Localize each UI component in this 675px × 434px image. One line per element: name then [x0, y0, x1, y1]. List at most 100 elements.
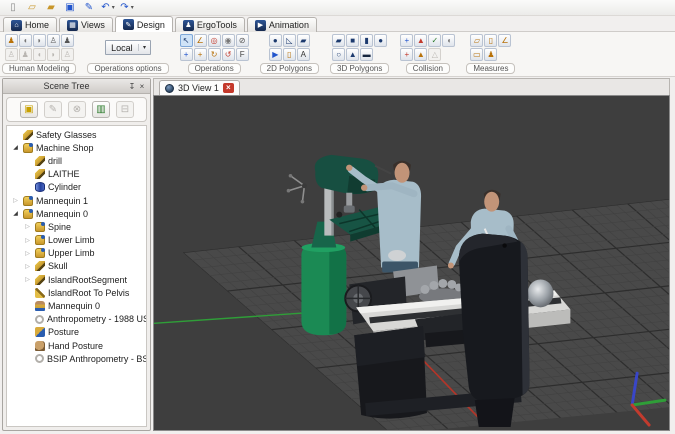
measure-angle-button[interactable]: ∠ — [194, 34, 207, 47]
collision-warning-alt-button[interactable]: ▲ — [414, 48, 427, 61]
3d-scene-svg — [154, 96, 669, 430]
dimension-2d-button[interactable]: ▯ — [283, 48, 296, 61]
target-icon: ◎ — [211, 37, 218, 45]
tree-item-skull[interactable]: ▷Skull — [7, 260, 146, 273]
prism-3d-button[interactable]: ▰ — [332, 34, 345, 47]
select-button[interactable]: ↖ — [180, 34, 193, 47]
tab-design[interactable]: ✎Design — [115, 16, 173, 32]
collision-check-button[interactable]: ✓ — [428, 34, 441, 47]
chevron-down-icon[interactable]: ▾ — [138, 44, 150, 51]
tab-animation[interactable]: ▶Animation — [247, 17, 317, 32]
cube-3d-button[interactable]: ■ — [346, 34, 359, 47]
collision-warning-button[interactable]: ▲ — [414, 34, 427, 47]
collision-move-alt-button[interactable]: + — [400, 48, 413, 61]
open-button[interactable]: ▱ — [24, 1, 40, 14]
expander-collapsed-icon[interactable]: ▷ — [23, 250, 32, 257]
mannequin-tool-2-icon: ♟ — [22, 51, 29, 59]
expander-collapsed-icon[interactable]: ▷ — [23, 223, 32, 230]
vertical-ruler-button[interactable]: ▯ — [484, 34, 497, 47]
ribbon-group-3d-polygons: ▰■▮●○▲▬3D Polygons — [330, 34, 389, 74]
new-file-button[interactable]: ▯ — [5, 1, 21, 14]
tab-ergotools[interactable]: ♟ErgoTools — [175, 17, 245, 32]
translate-button[interactable]: + — [180, 48, 193, 61]
undo-dropdown-icon[interactable]: ▾ — [112, 5, 115, 11]
sphere-3d-button[interactable]: ● — [374, 34, 387, 47]
pin-icon[interactable]: ↧ — [127, 82, 137, 91]
save-button[interactable]: ▣ — [62, 1, 78, 14]
expander-collapsed-icon[interactable]: ▷ — [23, 237, 32, 244]
rotate-snap-button[interactable]: ↺ — [222, 48, 235, 61]
3d-polygons-buttons: ▰■▮ ● ○▲▬ — [332, 34, 387, 61]
circle-2d-button[interactable]: ● — [269, 34, 282, 47]
hand-left-button[interactable]: ◖ — [19, 34, 32, 47]
tab-3d-view-1[interactable]: 3D View 1 × — [159, 80, 240, 95]
tab-label: ErgoTools — [197, 20, 237, 30]
hand-icon — [35, 341, 45, 351]
mannequin-copy-button[interactable]: ♟ — [61, 34, 74, 47]
tree-item-bsip-anthropometry-bsip-mcconville[interactable]: BSIP Anthropometry - BSIP McConville... — [7, 352, 146, 365]
cone-3d-button[interactable]: ▲ — [346, 48, 359, 61]
open-folder-button[interactable]: ▰ — [43, 1, 59, 14]
reference-frame-dropdown[interactable]: Local▾ — [105, 40, 151, 55]
expander-collapsed-icon[interactable]: ▷ — [11, 197, 20, 204]
expander-collapsed-icon[interactable]: ▷ — [23, 263, 32, 270]
play-path-button[interactable]: ▶ — [269, 48, 282, 61]
sphere-3d-icon: ● — [378, 37, 383, 45]
close-panel-icon[interactable]: × — [137, 82, 147, 91]
tab-home[interactable]: ⌂Home — [3, 17, 57, 32]
3d-viewport[interactable] — [153, 95, 670, 431]
torus-3d-button[interactable]: ○ — [332, 48, 345, 61]
tab-views[interactable]: ▦Views — [59, 17, 113, 32]
ribbon-group-measures: ▱▯∠▭♟Measures — [466, 34, 515, 74]
block-3d-button[interactable]: ▬ — [360, 48, 373, 61]
add-mannequin-button[interactable]: ♟ — [5, 34, 18, 47]
tree-item-islandroot-to-pelvis[interactable]: IslandRoot To Pelvis — [7, 286, 146, 299]
tree-item-mannequin-0[interactable]: Mannequin 0 — [7, 299, 146, 312]
redo-dropdown-icon[interactable]: ▾ — [131, 5, 134, 11]
expander-expanded-icon[interactable]: ◢ — [11, 210, 20, 217]
ruler-button[interactable]: ▱ — [470, 34, 483, 47]
tree-item-islandrootsegment[interactable]: ▷IslandRootSegment — [7, 273, 146, 286]
polygon-2d-button[interactable]: ▰ — [297, 34, 310, 47]
tape-measure-button[interactable]: ▭ — [470, 48, 483, 61]
tree-item-cylinder[interactable]: Cylinder — [7, 181, 146, 194]
close-view-icon[interactable]: × — [223, 83, 234, 93]
snapshot-button[interactable]: ▥ — [92, 101, 110, 118]
lock-button[interactable]: ▣ — [20, 101, 38, 118]
grab-button[interactable]: ◉ — [222, 34, 235, 47]
tree-item-anthropometry-1988-us-army[interactable]: Anthropometry - 1988 US Army — [7, 313, 146, 326]
redo-button[interactable]: ↷▾ — [119, 1, 135, 14]
tree-item-spine[interactable]: ▷Spine — [7, 220, 146, 233]
text-label-button[interactable]: A — [297, 48, 310, 61]
more-icon: ⊟ — [121, 105, 129, 115]
undo-button[interactable]: ↶▾ — [100, 1, 116, 14]
translate-snap-button[interactable]: + — [194, 48, 207, 61]
cylinder-3d-button[interactable]: ▮ — [360, 34, 373, 47]
tree-item-lower-limb[interactable]: ▷Lower Limb — [7, 234, 146, 247]
tree-item-laithe[interactable]: LAITHE — [7, 168, 146, 181]
tree-item-safety-glasses[interactable]: Safety Glasses — [7, 128, 146, 141]
hand-right-button[interactable]: ◗ — [33, 34, 46, 47]
collision-move-button[interactable]: + — [400, 34, 413, 47]
tree-item-upper-limb[interactable]: ▷Upper Limb — [7, 247, 146, 260]
attach-button[interactable]: ⊘ — [236, 34, 249, 47]
posture-library-button[interactable]: ♙ — [47, 34, 60, 47]
height-measure-button[interactable]: ♟ — [484, 48, 497, 61]
angle-measure-button[interactable]: ∠ — [498, 34, 511, 47]
collision-grab-button[interactable]: ◖ — [442, 34, 455, 47]
forward-kinematics-button[interactable]: F — [236, 48, 249, 61]
polyline-2d-button[interactable]: ◺ — [283, 34, 296, 47]
tree-item-posture[interactable]: Posture — [7, 326, 146, 339]
save-as-button[interactable]: ✎ — [81, 1, 97, 14]
tree-item-hand-posture[interactable]: Hand Posture — [7, 339, 146, 352]
circle-2d-icon: ● — [273, 37, 278, 45]
expander-collapsed-icon[interactable]: ▷ — [23, 276, 32, 283]
target-button[interactable]: ◎ — [208, 34, 221, 47]
tree-item-machine-shop[interactable]: ◢Machine Shop — [7, 141, 146, 154]
scene-tree-title: Scene Tree — [6, 81, 127, 91]
expander-expanded-icon[interactable]: ◢ — [11, 144, 20, 151]
tree-item-mannequin-0[interactable]: ◢Mannequin 0 — [7, 207, 146, 220]
rotate-button[interactable]: ↻ — [208, 48, 221, 61]
tree-item-drill[interactable]: drill — [7, 154, 146, 167]
tree-item-mannequin-1[interactable]: ▷Mannequin 1 — [7, 194, 146, 207]
